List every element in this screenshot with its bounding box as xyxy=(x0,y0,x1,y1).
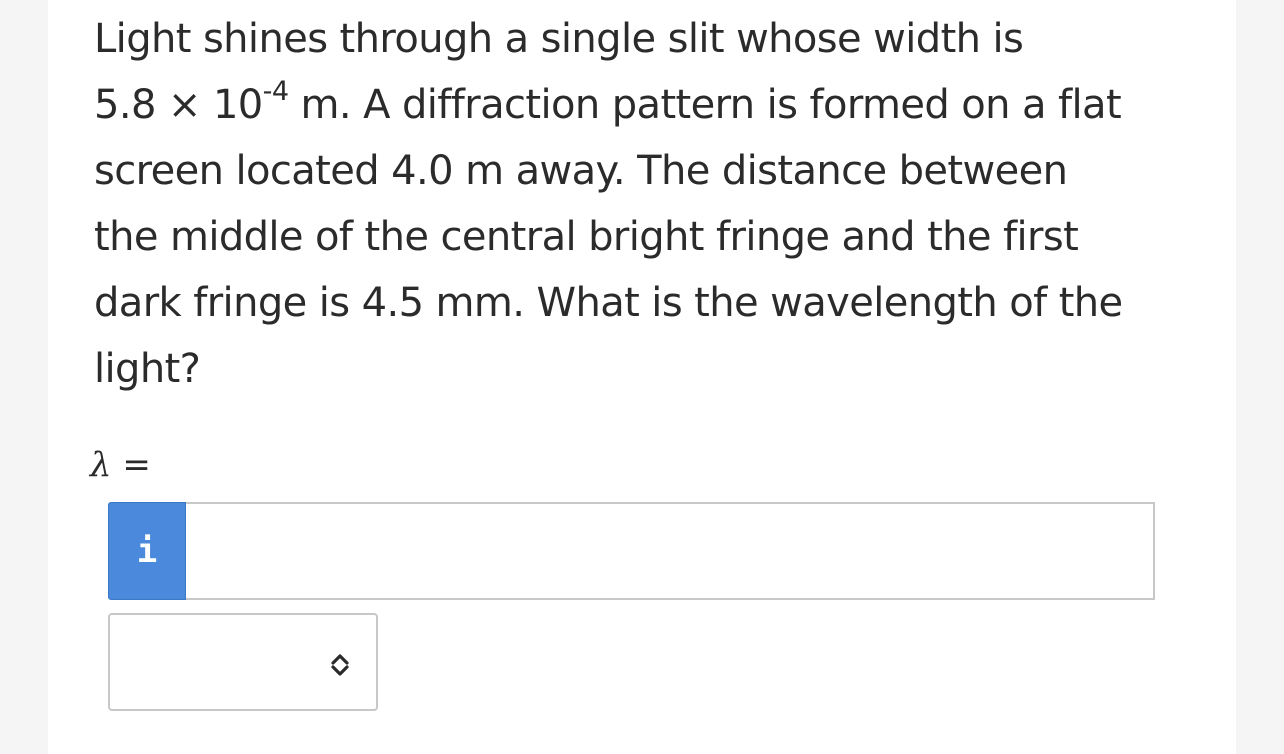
question-line-2-prefix: 5.8 × 10 xyxy=(94,82,263,128)
question-text: Light shines through a single slit whose… xyxy=(94,6,1204,402)
question-line-5: dark fringe is 4.5 mm. What is the wavel… xyxy=(94,280,1123,326)
question-line-4: the middle of the central bright fringe … xyxy=(94,214,1079,260)
question-line-1: Light shines through a single slit whose… xyxy=(94,16,1024,62)
answer-label: λ = xyxy=(90,440,151,490)
info-button[interactable]: i xyxy=(108,502,186,600)
question-line-6: light? xyxy=(94,346,201,392)
question-line-2-suffix: m. A diffraction pattern is formed on a … xyxy=(288,82,1122,128)
answer-row: i xyxy=(108,502,1155,600)
question-exponent: -4 xyxy=(262,75,289,107)
answer-input[interactable] xyxy=(186,502,1155,600)
unit-select[interactable] xyxy=(108,613,378,711)
info-icon: i xyxy=(136,531,158,571)
question-line-3: screen located 4.0 m away. The distance … xyxy=(94,148,1068,194)
lambda-symbol: λ xyxy=(90,445,112,485)
chevron-up-down-icon xyxy=(331,654,349,676)
equals-sign: = xyxy=(111,445,151,485)
